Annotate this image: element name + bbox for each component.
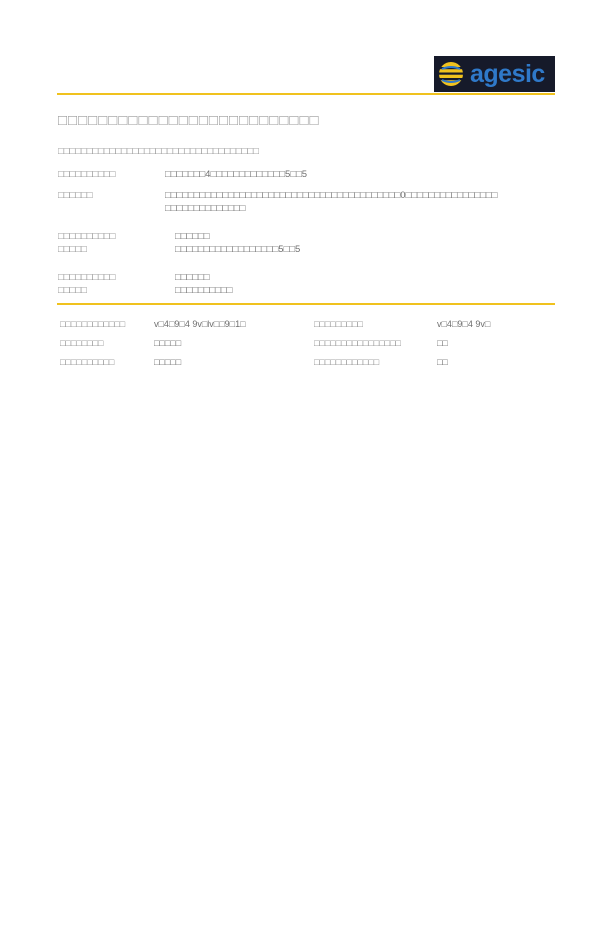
meta-value: □□ [437,338,448,348]
meta-label: □□□□□□□□□□□□□□□□ [314,338,401,348]
document-title: □□□□□□□□□□□□□□□□□□□□□□□□□□ [58,112,320,129]
field-value: □□□□□□□□□□ [175,285,233,296]
agesic-logo: agesic [434,56,555,92]
section-divider [57,303,555,305]
meta-label: □□□□□□□□ [60,338,104,348]
meta-value: □□□□□ [154,338,182,348]
field-label-line1: □□□□□□□□□□ [58,231,116,242]
agesic-globe-icon [438,62,464,86]
meta-label: □□□□□□□□□ [314,319,363,329]
header-divider [57,93,555,95]
meta-label: □□□□□□□□□□□□ [314,357,380,367]
field-label-line2: □□□□□ [58,244,87,255]
meta-label: □□□□□□□□□□□□ [60,319,126,329]
field-label-line1: □□□□□□□□□□ [58,272,116,283]
field-value: □□□□□□ [175,231,210,242]
document-subtitle: □□□□□□□□□□□□□□□□□□□□□□□□□□□□□□□□□□□ [58,146,259,157]
field-label: □□□□□□ [58,190,93,201]
logo-text: agesic [470,60,545,88]
meta-value: v□4□9□4 9v□ [437,319,491,329]
field-value: □□□□□□ [175,272,210,283]
field-value: □□□□□□□□□□□□□□□□□□5□□5 [175,244,301,255]
meta-label: □□□□□□□□□□ [60,357,115,367]
meta-value: □□□□□ [154,357,182,367]
field-value: □□□□□□□4□□□□□□□□□□□□□5□□5 [165,169,308,180]
field-label: □□□□□□□□□□ [58,169,116,180]
meta-value: v□4□9□4 9v□lv□□9□1□ [154,319,246,329]
field-label-line2: □□□□□ [58,285,87,296]
field-value-multiline: □□□□□□□□□□□□□□□□□□□□□□□□□□□□□□□□□□□□□□□□… [165,190,498,214]
meta-value: □□ [437,357,448,367]
